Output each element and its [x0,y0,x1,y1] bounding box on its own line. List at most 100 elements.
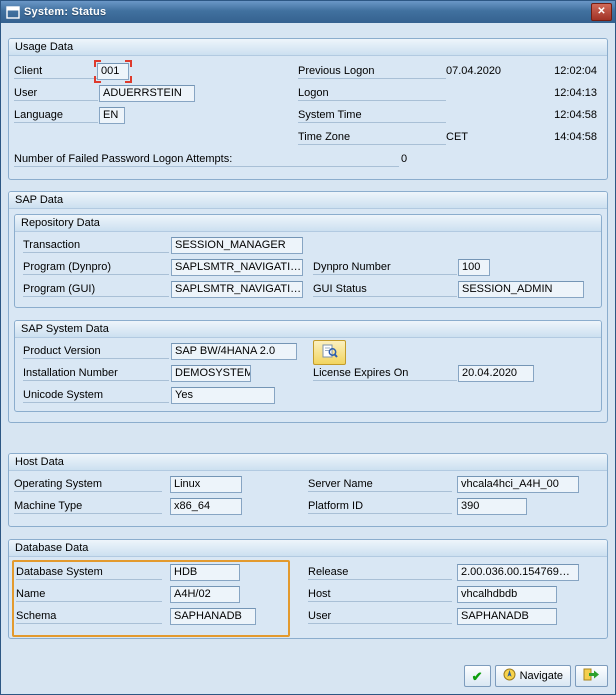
form-row: Client 001 Previous Logon 07.04.2020 12:… [9,63,607,81]
user-label: User [14,86,98,101]
previous-logon-date: 07.04.2020 [446,65,501,77]
program-gui-label: Program (GUI) [23,282,169,297]
exit-icon [583,668,600,684]
form-row: Unicode System Yes [15,387,601,405]
gui-status-label: GUI Status [313,282,457,297]
db-host-field[interactable]: vhcalhdbdb [457,586,557,603]
transaction-field[interactable]: SESSION_MANAGER [171,237,303,254]
user-field[interactable]: ADUERRSTEIN [99,85,195,102]
system-time-value: 12:04:58 [554,109,597,121]
form-row: Name A4H/02 Host vhcalhdbdb [9,586,607,604]
program-gui-field[interactable]: SAPLSMTR_NAVIGATI… [171,281,303,298]
close-icon: ✕ [597,7,605,17]
db-schema-label: Schema [16,609,162,624]
form-row: Language EN System Time 12:04:58 [9,107,607,125]
client-label: Client [14,64,98,79]
form-row: Number of Failed Password Logon Attempts… [9,151,607,169]
form-row: Database System HDB Release 2.00.036.00.… [9,564,607,582]
focus-corner [94,60,101,67]
system-time-label: System Time [298,108,446,123]
navigate-button[interactable]: Navigate [495,665,571,687]
logon-time: 12:04:13 [554,87,597,99]
db-host-label: Host [308,587,452,602]
operating-system-label: Operating System [14,477,162,492]
sap-data-title: SAP Data [9,192,607,209]
time-zone-time: 14:04:58 [554,131,597,143]
title-bar[interactable]: System: Status ✕ [1,1,615,23]
form-row: Installation Number DEMOSYSTEM License E… [15,365,601,383]
focus-corner [94,76,101,83]
exit-button[interactable] [575,665,608,687]
form-row: Operating System Linux Server Name vhcal… [9,476,607,494]
transaction-label: Transaction [23,238,169,253]
form-row: Time Zone CET 14:04:58 [9,129,607,147]
repository-data-title: Repository Data [15,215,601,232]
product-version-details-button[interactable] [313,340,346,365]
dialog-icon [6,6,20,19]
release-label: Release [308,565,452,580]
usage-data-title: Usage Data [9,39,607,56]
server-name-label: Server Name [308,477,452,492]
platform-id-field[interactable]: 390 [457,498,527,515]
gui-status-field[interactable]: SESSION_ADMIN [458,281,584,298]
logon-label: Logon [298,86,446,101]
host-data-group: Host Data Operating System Linux Server … [8,453,608,527]
previous-logon-time: 12:02:04 [554,65,597,77]
machine-type-field[interactable]: x86_64 [170,498,242,515]
product-version-field[interactable]: SAP BW/4HANA 2.0 [171,343,297,360]
machine-type-label: Machine Type [14,499,162,514]
dynpro-number-field[interactable]: 100 [458,259,490,276]
license-expires-field[interactable]: 20.04.2020 [458,365,534,382]
database-data-group: Database Data Database System HDB Releas… [8,539,608,639]
product-version-label: Product Version [23,344,169,359]
sap-system-data-group: SAP System Data Product Version SAP BW/4… [14,320,602,412]
language-label: Language [14,108,98,123]
client-focus-frame: 001 [97,63,129,80]
form-row: Schema SAPHANADB User SAPHANADB [9,608,607,626]
program-dynpro-label: Program (Dynpro) [23,260,169,275]
program-dynpro-field[interactable]: SAPLSMTR_NAVIGATI… [171,259,303,276]
focus-corner [125,60,132,67]
time-zone-label: Time Zone [298,130,446,145]
installation-number-field[interactable]: DEMOSYSTEM [171,365,251,382]
server-name-field[interactable]: vhcala4hci_A4H_00 [457,476,579,493]
unicode-system-label: Unicode System [23,388,169,403]
usage-data-group: Usage Data Client 001 Previous Logon 07.… [8,38,608,180]
db-name-field[interactable]: A4H/02 [170,586,240,603]
language-field[interactable]: EN [99,107,125,124]
previous-logon-label: Previous Logon [298,64,446,79]
check-icon: ✔ [472,670,483,683]
db-user-label: User [308,609,452,624]
failed-attempts-label: Number of Failed Password Logon Attempts… [14,152,399,167]
form-row: User ADUERRSTEIN Logon 12:04:13 [9,85,607,103]
database-system-field[interactable]: HDB [170,564,240,581]
operating-system-field[interactable]: Linux [170,476,242,493]
focus-corner [125,76,132,83]
form-row: Transaction SESSION_MANAGER [15,237,601,255]
footer-toolbar: ✔ Navigate [464,665,608,687]
form-row: Program (GUI) SAPLSMTR_NAVIGATI… GUI Sta… [15,281,601,299]
host-data-title: Host Data [9,454,607,471]
unicode-system-field[interactable]: Yes [171,387,275,404]
details-magnifier-icon [322,344,338,361]
platform-id-label: Platform ID [308,499,452,514]
system-status-dialog: System: Status ✕ Usage Data Client 001 P… [0,0,616,695]
dynpro-number-label: Dynpro Number [313,260,457,275]
navigate-label: Navigate [520,670,563,682]
close-button[interactable]: ✕ [591,3,612,21]
failed-attempts-value: 0 [401,153,407,165]
window-title: System: Status [24,6,591,18]
database-system-label: Database System [16,565,162,580]
sap-data-group: SAP Data Repository Data Transaction SES… [8,191,608,423]
database-data-title: Database Data [9,540,607,557]
installation-number-label: Installation Number [23,366,169,381]
time-zone-value: CET [446,131,468,143]
form-row: Product Version SAP BW/4HANA 2.0 [15,343,601,361]
release-field[interactable]: 2.00.036.00.154769… [457,564,579,581]
db-schema-field[interactable]: SAPHANADB [170,608,256,625]
form-row: Program (Dynpro) SAPLSMTR_NAVIGATI… Dynp… [15,259,601,277]
continue-button[interactable]: ✔ [464,665,491,687]
form-row: Machine Type x86_64 Platform ID 390 [9,498,607,516]
navigate-icon [503,668,516,684]
db-user-field[interactable]: SAPHANADB [457,608,557,625]
